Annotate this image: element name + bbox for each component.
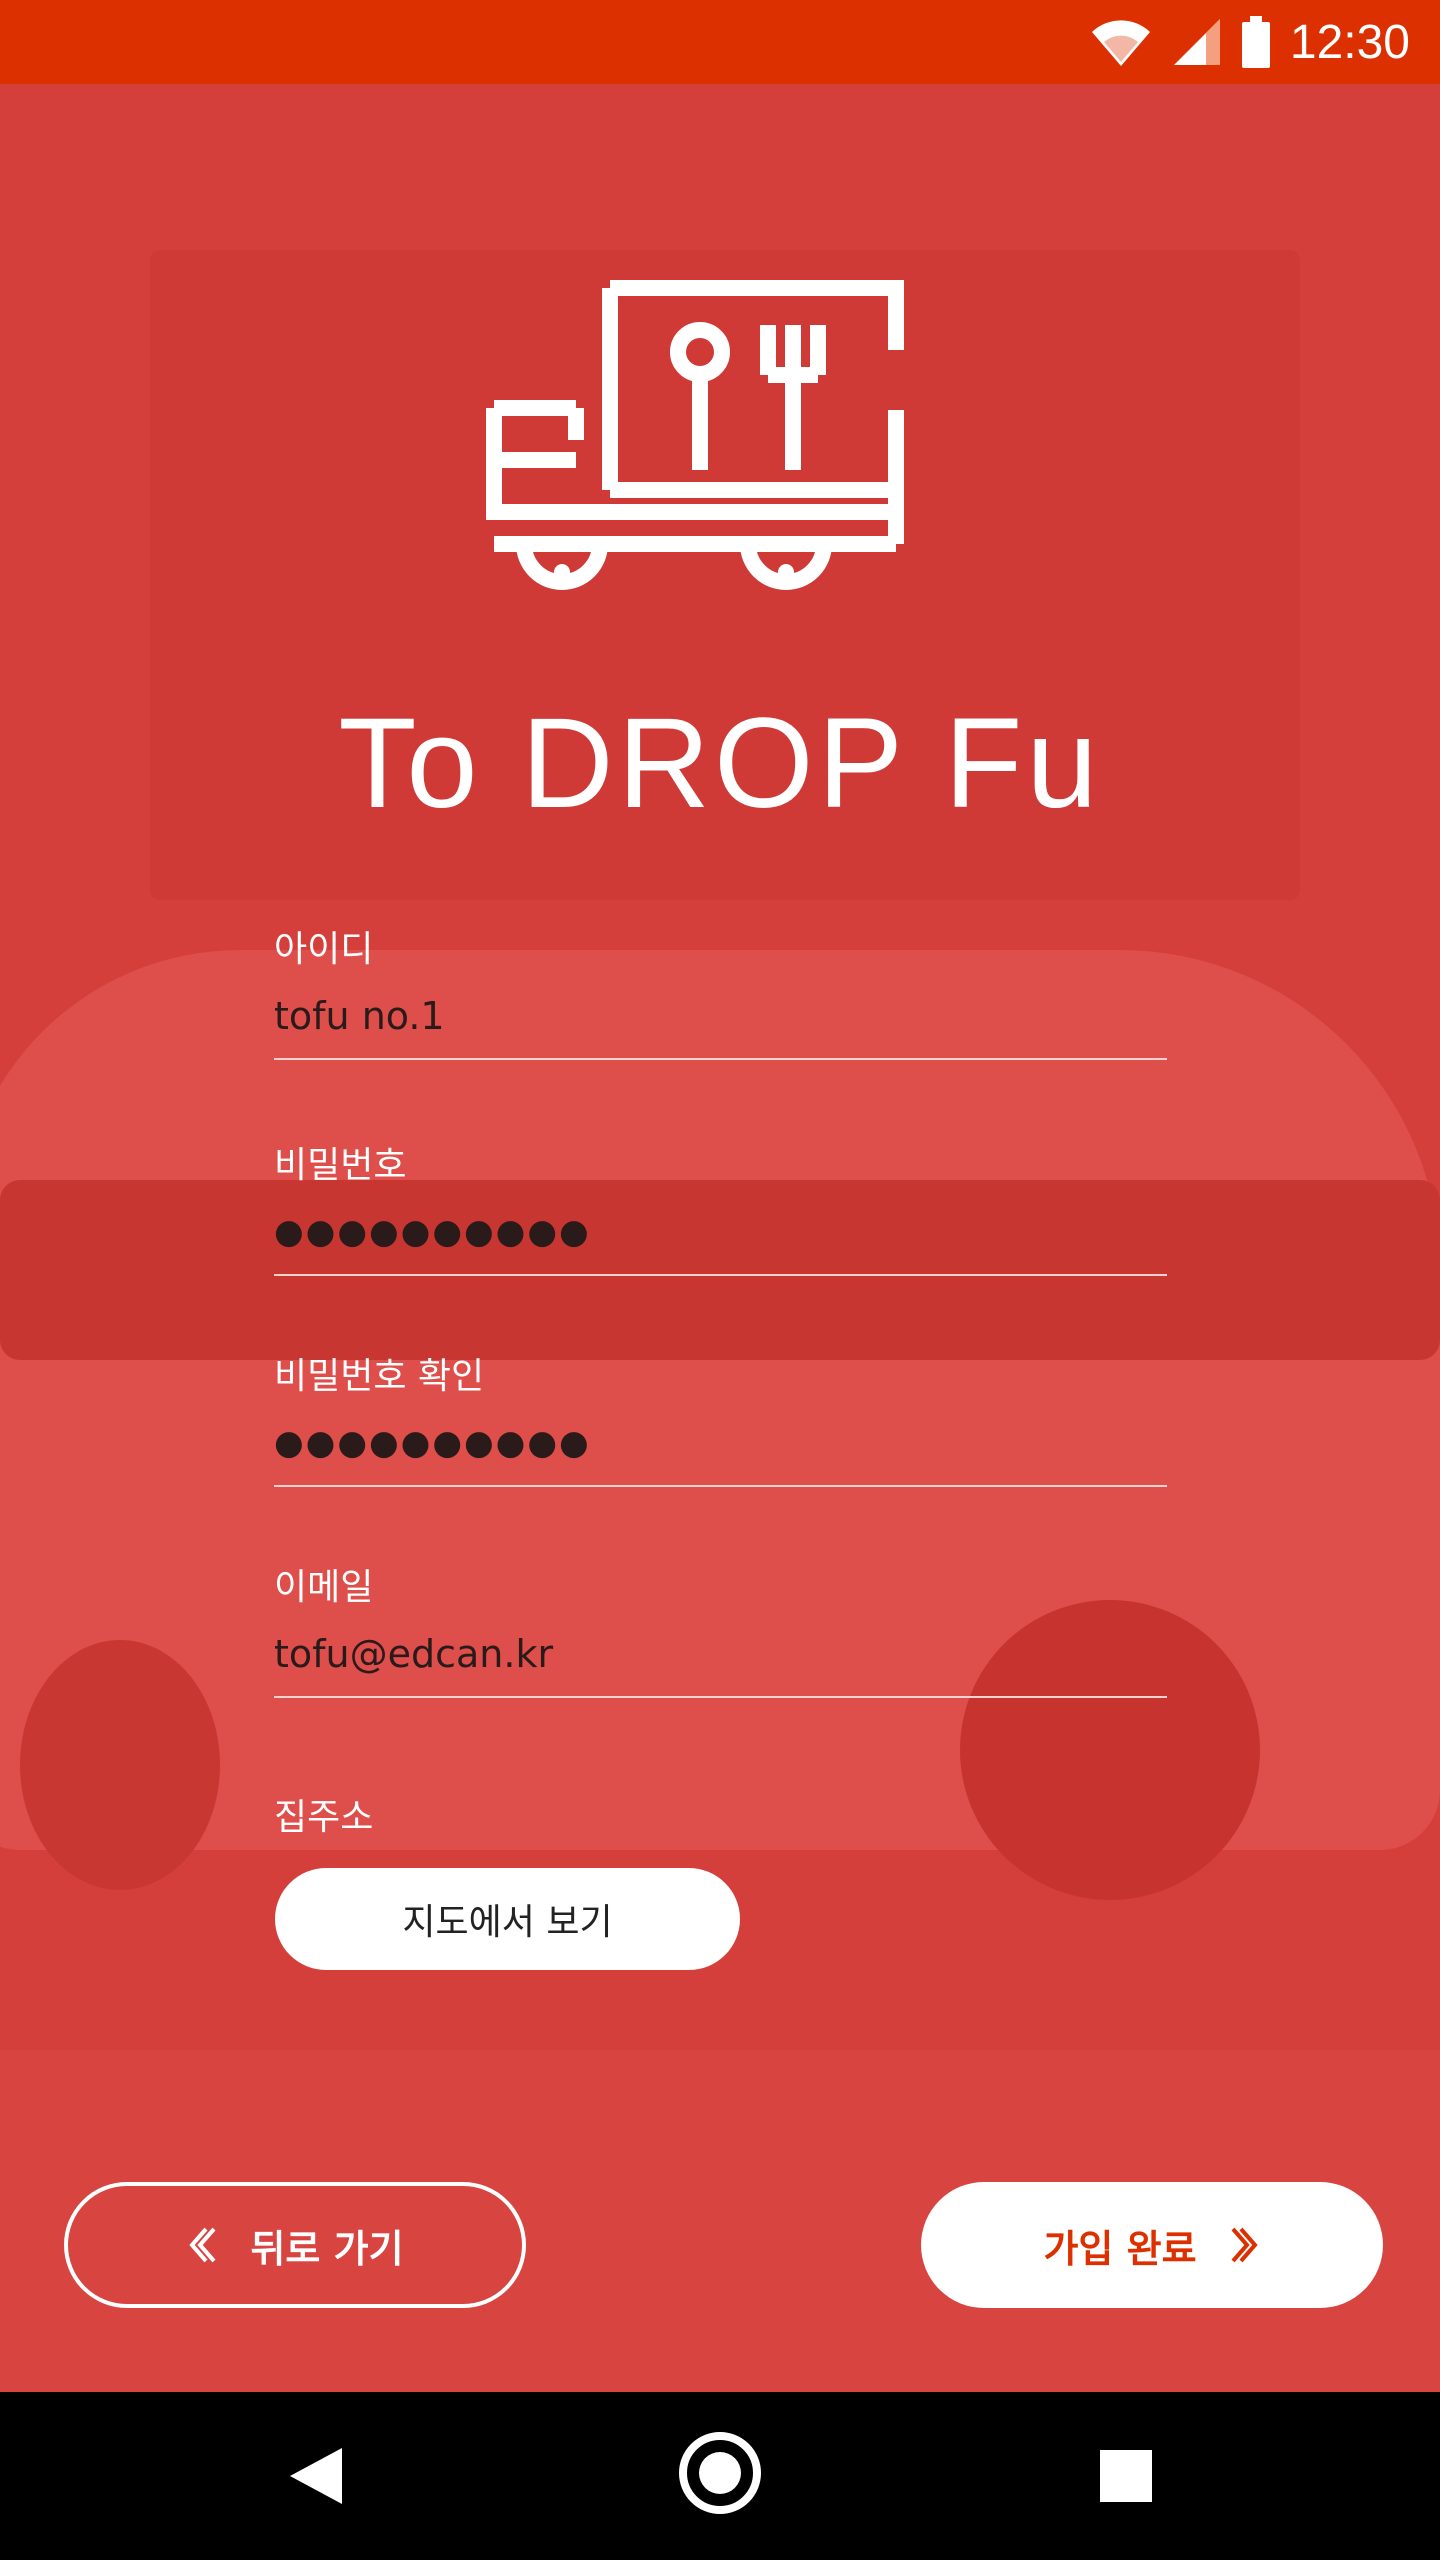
back-button[interactable]: 뒤로 가기 (64, 2182, 526, 2308)
battery-icon (1241, 16, 1270, 68)
email-underline (274, 1696, 1167, 1698)
email-field-group: 이메일 tofu@edcan.kr (274, 1558, 1167, 1698)
id-input[interactable]: tofu no.1 (274, 990, 1167, 1042)
email-label: 이메일 (274, 1567, 374, 1608)
id-field-group: 아이디 tofu no.1 (274, 920, 1167, 1060)
password-field-group: 비밀번호 ●●●●●●●●●● (274, 1136, 1167, 1276)
back-triangle-icon[interactable] (290, 2448, 342, 2504)
password-underline (274, 1274, 1167, 1276)
id-underline (274, 1058, 1167, 1060)
chevron-left-icon (189, 2227, 216, 2263)
recents-square-icon[interactable] (1100, 2450, 1152, 2502)
back-button-label: 뒤로 가기 (250, 2226, 404, 2271)
password-confirm-underline (274, 1485, 1167, 1487)
view-on-map-button[interactable]: 지도에서 보기 (275, 1868, 740, 1970)
status-bar: 12:30 (0, 0, 1440, 84)
password-confirm-input[interactable]: ●●●●●●●●●● (274, 1417, 1167, 1469)
complete-signup-button[interactable]: 가입 완료 (921, 2182, 1383, 2308)
address-label: 집주소 (274, 1797, 374, 1838)
wifi-icon (1091, 20, 1150, 66)
food-truck-logo-icon (486, 280, 904, 590)
address-field-group: 집주소 (274, 1788, 1167, 1838)
complete-button-label: 가입 완료 (1043, 2226, 1197, 2271)
email-input[interactable]: tofu@edcan.kr (274, 1628, 1167, 1680)
cell-signal-icon (1173, 19, 1220, 65)
id-label: 아이디 (274, 929, 374, 970)
home-dot (699, 2452, 741, 2494)
password-confirm-label: 비밀번호 확인 (274, 1356, 485, 1397)
chevron-right-icon (1231, 2227, 1258, 2263)
password-input[interactable]: ●●●●●●●●●● (274, 1206, 1167, 1258)
app-title: To DROP Fu (338, 692, 1102, 835)
signup-screen: To DROP Fu 아이디 tofu no.1 비밀번호 ●●●●●●●●●●… (0, 0, 1440, 2392)
password-confirm-field-group: 비밀번호 확인 ●●●●●●●●●● (274, 1347, 1167, 1487)
background-wheel (20, 1640, 220, 1890)
password-label: 비밀번호 (274, 1145, 407, 1186)
home-circle-icon[interactable] (679, 2432, 761, 2514)
status-time: 12:30 (1289, 15, 1410, 69)
